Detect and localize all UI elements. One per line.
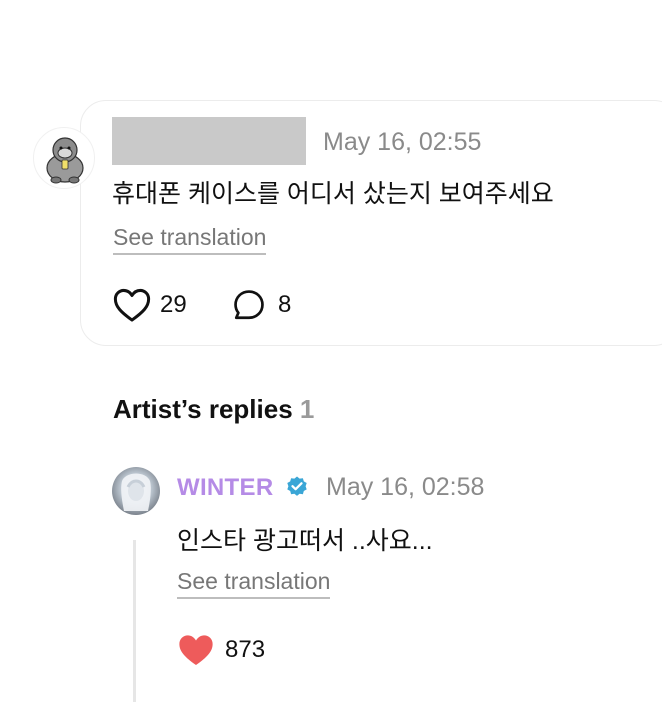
artist-replies-title: Artist’s replies bbox=[113, 394, 293, 424]
redacted-username bbox=[112, 117, 306, 165]
comment-see-translation-link[interactable]: See translation bbox=[113, 223, 267, 255]
gorilla-avatar-icon bbox=[46, 137, 84, 184]
reply-count: 8 bbox=[278, 291, 292, 318]
reply-like-button[interactable] bbox=[177, 632, 215, 668]
reply-see-translation-link[interactable]: See translation bbox=[177, 567, 331, 599]
comment-bubble-icon bbox=[234, 290, 264, 320]
artist-name[interactable]: WINTER bbox=[177, 474, 273, 502]
comment-text: 휴대폰 케이스를 어디서 샀는지 보여주세요 bbox=[112, 180, 554, 208]
reply-button[interactable] bbox=[232, 288, 266, 322]
heart-filled-icon bbox=[179, 635, 213, 666]
reply-thread-line bbox=[133, 540, 136, 702]
like-button[interactable] bbox=[113, 287, 151, 323]
reply-timestamp: May 16, 02:58 bbox=[326, 473, 485, 501]
like-count: 29 bbox=[160, 291, 187, 318]
commenter-avatar[interactable] bbox=[33, 127, 95, 189]
artist-avatar[interactable] bbox=[112, 467, 160, 515]
artist-replies-heading: Artist’s replies 1 bbox=[113, 394, 314, 425]
reply-like-count: 873 bbox=[225, 636, 266, 663]
artist-photo-icon bbox=[121, 473, 151, 511]
comment-timestamp: May 16, 02:55 bbox=[323, 128, 482, 156]
reply-text: 인스타 광고떠서 ..사요... bbox=[177, 527, 433, 555]
artist-replies-count: 1 bbox=[299, 394, 315, 424]
verified-badge-icon bbox=[285, 475, 309, 499]
heart-outline-icon bbox=[113, 288, 151, 322]
